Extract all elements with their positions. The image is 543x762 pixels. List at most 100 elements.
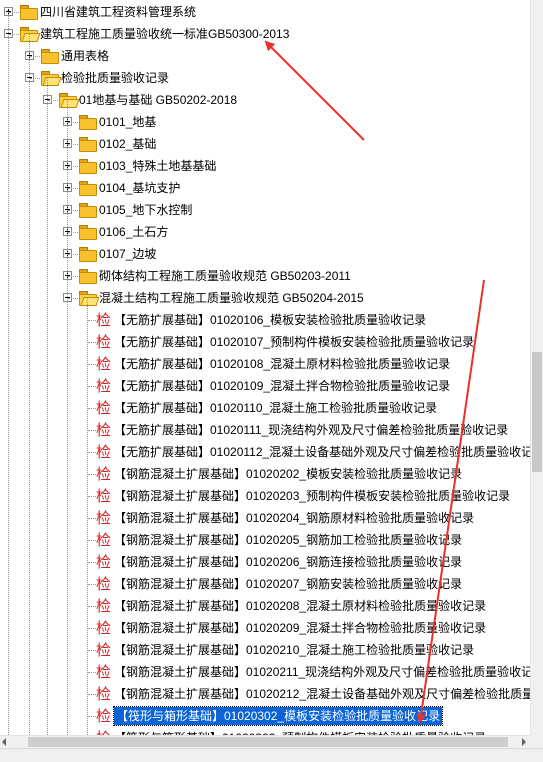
record-marker-icon: 检: [96, 531, 112, 549]
tree-connector: [68, 166, 78, 167]
tree-item-record[interactable]: 检【钢筋混凝土扩展基础】01020202_模板安装检验批质量验收记录: [0, 463, 530, 485]
tree-item-record[interactable]: 检【无筋扩展基础】01020111_现浇结构外观及尺寸偏差检验批质量验收记录: [0, 419, 530, 441]
tree-item-f0105[interactable]: 0105_地下水控制: [0, 199, 530, 221]
horizontal-scroll-thumb[interactable]: [28, 737, 508, 747]
tree-item-label: 检验批质量验收记录: [61, 71, 170, 85]
vertical-scroll-thumb[interactable]: [532, 352, 542, 472]
horizontal-scrollbar[interactable]: [0, 735, 530, 748]
tree-item-record[interactable]: 检【钢筋混凝土扩展基础】01020204_钢筋原材料检验批质量验收记录: [0, 507, 530, 529]
folder-icon: [79, 115, 97, 130]
tree-item-record[interactable]: 检【钢筋混凝土扩展基础】01020209_混凝土拌合物检验批质量验收记录: [0, 617, 530, 639]
tree-item-label: 【无筋扩展基础】01020107_预制构件模板安装检验批质量验收记录: [114, 335, 475, 349]
tree-item-f0106[interactable]: 0106_土石方: [0, 221, 530, 243]
tree-item-f0101[interactable]: 0101_地基: [0, 111, 530, 133]
tree-item-record[interactable]: 检【钢筋混凝土扩展基础】01020207_钢筋安装检验批质量验收记录: [0, 573, 530, 595]
record-marker-icon: 检: [96, 663, 112, 681]
record-marker-icon: 检: [96, 575, 112, 593]
tree-item-label: 0102_基础: [99, 137, 157, 151]
tree-item-label: 【钢筋混凝土扩展基础】01020210_混凝土施工检验批质量验收记录: [114, 643, 475, 657]
tree-item-root-sichuan[interactable]: 四川省建筑工程资料管理系统: [0, 1, 530, 23]
tree-connector: [9, 12, 19, 13]
record-marker-icon: 检: [96, 377, 112, 395]
tree-item-f0107[interactable]: 0107_边坡: [0, 243, 530, 265]
record-marker-icon: 检: [96, 597, 112, 615]
tree-item-label: 砌体结构工程施工质量验收规范 GB50203-2011: [99, 269, 351, 283]
tree-connector: [88, 430, 96, 431]
tree-item-record[interactable]: 检【无筋扩展基础】01020112_混凝土设备基础外观及尺寸偏差检验批质量验收记…: [0, 441, 530, 463]
folder-icon: [79, 137, 97, 152]
tree-item-record[interactable]: 检【钢筋混凝土扩展基础】01020212_混凝土设备基础外观及尺寸偏差检验批质量: [0, 683, 530, 705]
record-marker-icon: 检: [96, 707, 112, 725]
tree-item-common-forms[interactable]: 通用表格: [0, 45, 530, 67]
tree-connector: [88, 518, 96, 519]
tree-item-record[interactable]: 检【钢筋混凝土扩展基础】01020210_混凝土施工检验批质量验收记录: [0, 639, 530, 661]
record-marker-icon: 检: [96, 355, 112, 373]
tree-item-record[interactable]: 检【无筋扩展基础】01020107_预制构件模板安装检验批质量验收记录: [0, 331, 530, 353]
tree-connector: [68, 144, 78, 145]
tree-item-label: 【钢筋混凝土扩展基础】01020203_预制构件模板安装检验批质量验收记录: [114, 489, 511, 503]
tree-view[interactable]: 四川省建筑工程资料管理系统建筑工程施工质量验收统一标准GB50300-2013 通…: [0, 0, 530, 735]
record-marker-icon: 检: [96, 399, 112, 417]
tree-connector: [68, 122, 78, 123]
tree-item-record[interactable]: 检【筏形与箱形基础】01020303_预制构件模板安装检验批质量验收记录: [0, 727, 530, 735]
tree-item-label: 【钢筋混凝土扩展基础】01020202_模板安装检验批质量验收记录: [114, 467, 463, 481]
folder-open-icon: [41, 71, 62, 86]
tree-item-record[interactable]: 检【钢筋混凝土扩展基础】01020211_现浇结构外观及尺寸偏差检验批质量验收记…: [0, 661, 530, 683]
tree-item-record[interactable]: 检【钢筋混凝土扩展基础】01020208_混凝土原材料检验批质量验收记录: [0, 595, 530, 617]
tree-item-record[interactable]: 检【筏形与箱形基础】01020302_模板安装检验批质量验收记录: [0, 705, 530, 727]
tree-connector: [68, 188, 78, 189]
scroll-left-arrow-icon[interactable]: [2, 738, 6, 746]
tree-connector: [88, 716, 96, 717]
tree-item-label: 【无筋扩展基础】01020109_混凝土拌合物检验批质量验收记录: [114, 379, 451, 393]
tree-item-std-gb50300[interactable]: 建筑工程施工质量验收统一标准GB50300-2013: [0, 23, 530, 45]
tree-item-concrete[interactable]: 混凝土结构工程施工质量验收规范 GB50204-2015: [0, 287, 530, 309]
folder-icon: [79, 269, 97, 284]
tree-item-record[interactable]: 检【钢筋混凝土扩展基础】01020203_预制构件模板安装检验批质量验收记录: [0, 485, 530, 507]
scrollbar-corner: [530, 735, 543, 748]
tree-item-label: 【钢筋混凝土扩展基础】01020208_混凝土原材料检验批质量验收记录: [114, 599, 487, 613]
tree-item-foundation-01[interactable]: 01地基与基础 GB50202-2018: [0, 89, 530, 111]
scroll-right-arrow-icon[interactable]: [522, 738, 526, 746]
folder-icon: [79, 225, 97, 240]
tree-item-record[interactable]: 检【钢筋混凝土扩展基础】01020205_钢筋加工检验批质量验收记录: [0, 529, 530, 551]
tree-item-label-selected: 【筏形与箱形基础】01020302_模板安装检验批质量验收记录: [112, 706, 444, 726]
record-marker-icon: 检: [96, 685, 112, 703]
tree-item-record[interactable]: 检【无筋扩展基础】01020106_模板安装检验批质量验收记录: [0, 309, 530, 331]
tree-guide-line: [87, 298, 88, 735]
tree-item-masonry[interactable]: 砌体结构工程施工质量验收规范 GB50203-2011: [0, 265, 530, 287]
tree-item-record[interactable]: 检【无筋扩展基础】01020110_混凝土施工检验批质量验收记录: [0, 397, 530, 419]
record-marker-icon: 检: [96, 619, 112, 637]
record-marker-icon: 检: [96, 333, 112, 351]
tree-connector: [68, 298, 78, 299]
tree-item-label: 混凝土结构工程施工质量验收规范 GB50204-2015: [99, 291, 364, 305]
tree-guide-line: [47, 78, 48, 735]
tree-connector: [9, 34, 19, 35]
tree-item-record[interactable]: 检【钢筋混凝土扩展基础】01020206_钢筋连接检验批质量验收记录: [0, 551, 530, 573]
tree-item-label: 0101_地基: [99, 115, 157, 129]
tree-connector: [88, 584, 96, 585]
tree-connector: [68, 254, 78, 255]
tree-item-record[interactable]: 检【无筋扩展基础】01020109_混凝土拌合物检验批质量验收记录: [0, 375, 530, 397]
record-marker-icon: 检: [96, 421, 112, 439]
folder-icon: [41, 49, 59, 64]
tree-item-f0103[interactable]: 0103_特殊土地基基础: [0, 155, 530, 177]
tree-item-label: 【钢筋混凝土扩展基础】01020211_现浇结构外观及尺寸偏差检验批质量验收记录: [114, 665, 530, 679]
record-marker-icon: 检: [96, 465, 112, 483]
tree-item-label: 【无筋扩展基础】01020110_混凝土施工检验批质量验收记录: [114, 401, 438, 415]
tree-item-label: 四川省建筑工程资料管理系统: [40, 5, 197, 19]
tree-connector: [88, 496, 96, 497]
tree-item-label: 通用表格: [61, 49, 110, 63]
folder-icon: [79, 247, 97, 262]
tree-item-label: 0105_地下水控制: [99, 203, 193, 217]
vertical-scrollbar[interactable]: [530, 0, 543, 735]
tree-connector: [30, 78, 40, 79]
tree-item-label: 01地基与基础 GB50202-2018: [79, 93, 238, 107]
tree-item-label: 【无筋扩展基础】01020108_混凝土原材料检验批质量验收记录: [114, 357, 451, 371]
tree-item-label: 0107_边坡: [99, 247, 157, 261]
tree-item-f0102[interactable]: 0102_基础: [0, 133, 530, 155]
tree-item-inspection-batch[interactable]: 检验批质量验收记录: [0, 67, 530, 89]
tree-item-f0104[interactable]: 0104_基坑支护: [0, 177, 530, 199]
tree-item-record[interactable]: 检【无筋扩展基础】01020108_混凝土原材料检验批质量验收记录: [0, 353, 530, 375]
record-marker-icon: 检: [96, 509, 112, 527]
status-bar: [0, 748, 543, 762]
